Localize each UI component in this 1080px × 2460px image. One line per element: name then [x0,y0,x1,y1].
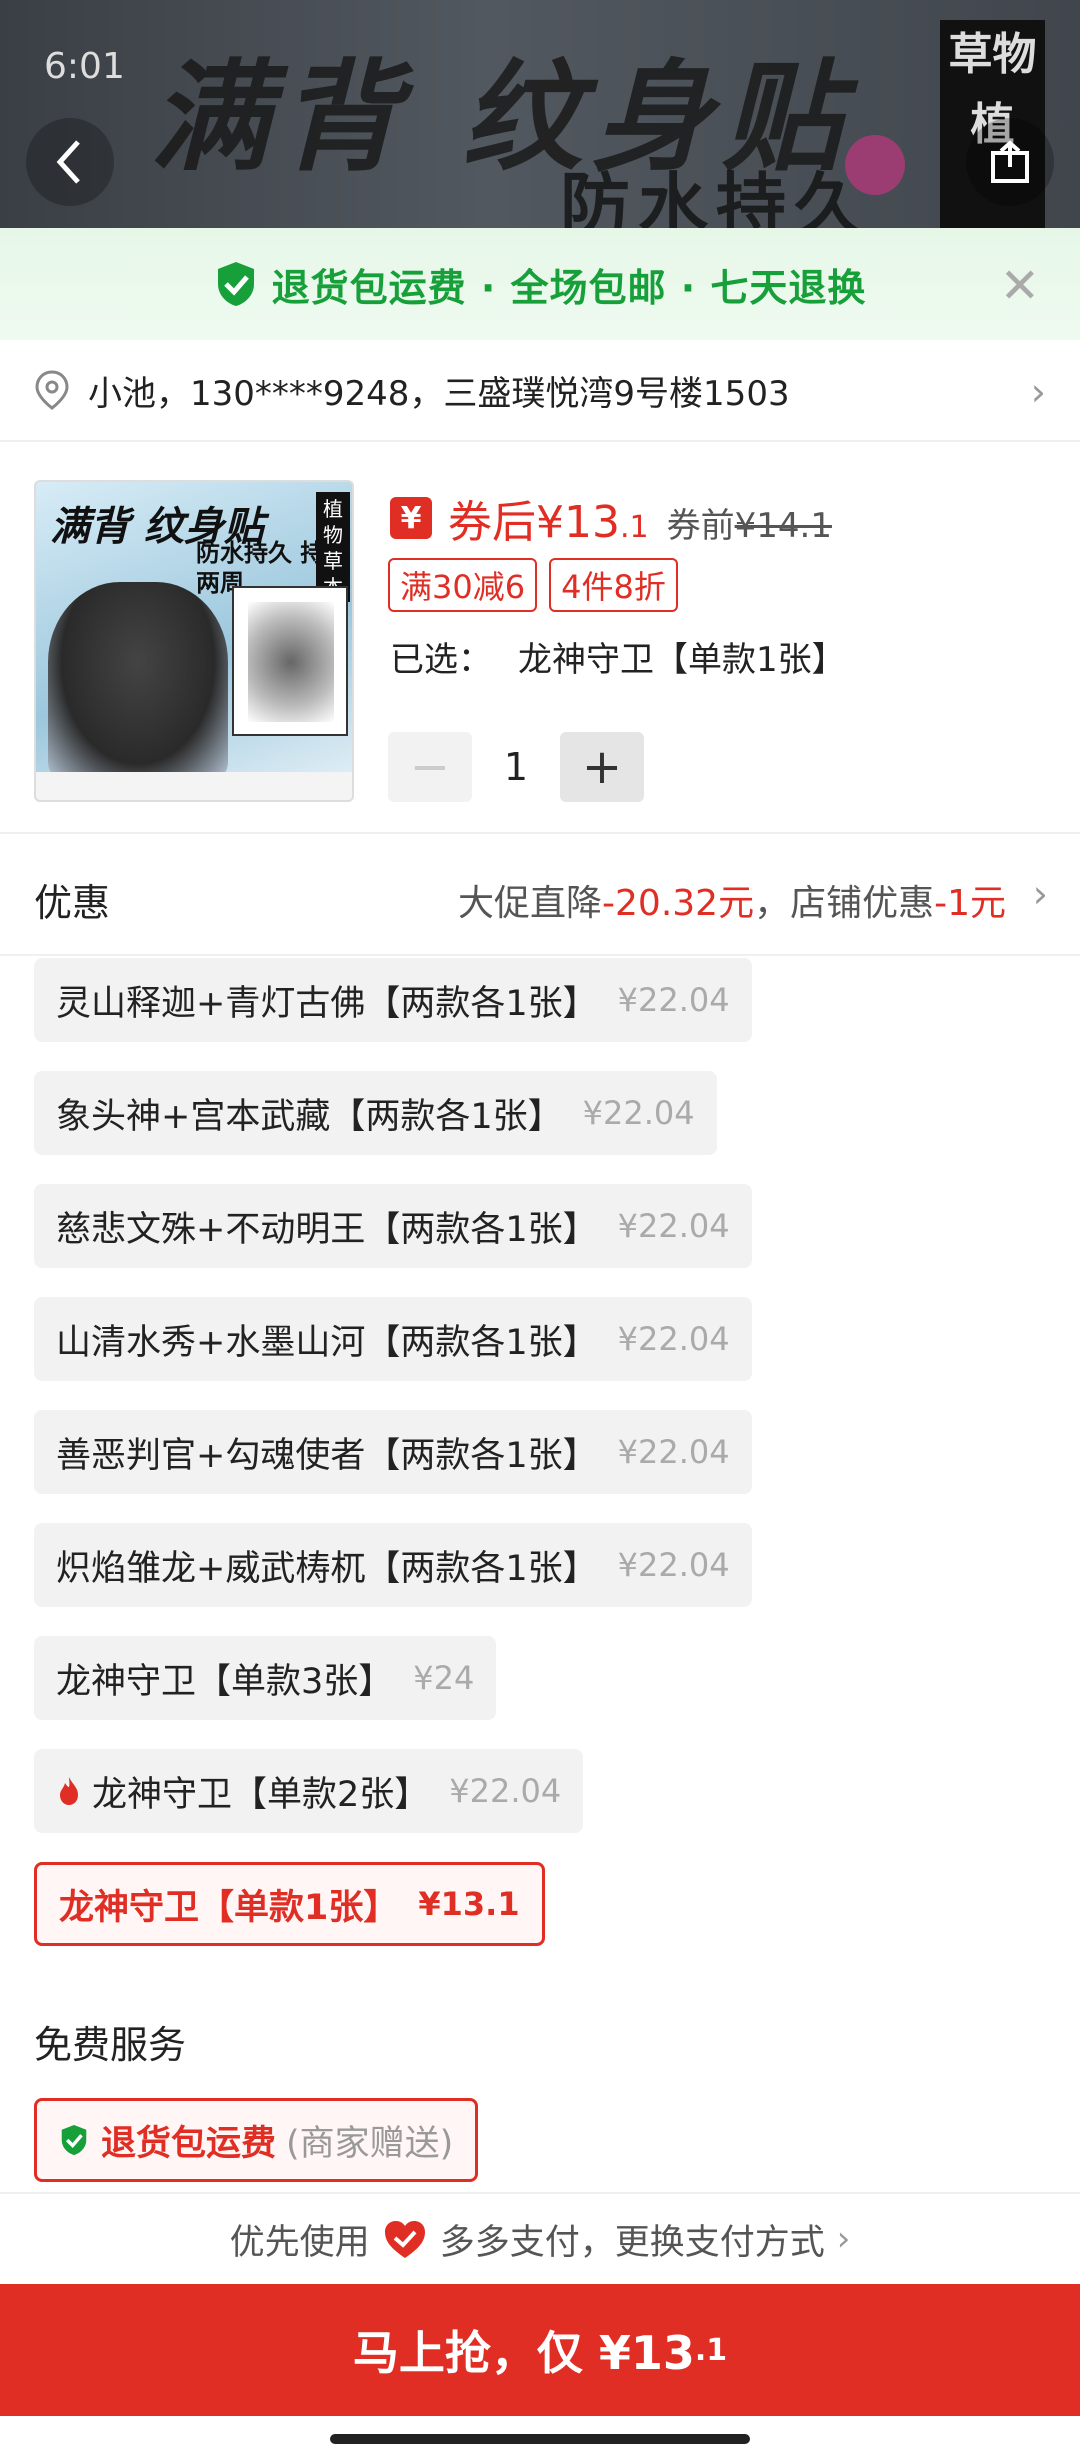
increase-button[interactable]: + [560,732,644,802]
promo-tags: 满30减6 4件8折 [388,558,678,612]
chevron-left-icon [56,140,80,184]
chevron-right-icon: › [836,2219,851,2259]
duoduo-pay-icon [384,2221,425,2258]
sku-option[interactable]: 善恶判官+勾魂使者【两款各1张】 ¥22.04 [34,1410,752,1494]
shield-check-icon [61,2125,87,2155]
share-button[interactable] [966,118,1054,206]
selected-variant: 已选： 龙神守卫【单款1张】 [390,640,846,680]
status-time: 6:01 [44,46,125,87]
address-row[interactable]: 小池，130****9248，三盛璞悦湾9号楼1503 › [0,340,1080,442]
shield-check-icon [217,262,254,306]
free-service-badge: 退货包运费 (商家赠送) [34,2098,479,2182]
decrease-button[interactable]: − [388,732,472,802]
sku-option[interactable]: 炽焰雏龙+威武梼杌【两款各1张】 ¥22.04 [34,1523,752,1607]
back-button[interactable] [26,118,114,206]
buy-now-button[interactable]: 马上抢，仅 ¥13.1 [0,2284,1080,2416]
share-icon [991,140,1029,183]
quantity-value[interactable]: 1 [472,745,560,789]
quantity-stepper: − 1 + [388,732,644,802]
avatar[interactable] [845,135,905,195]
tattoo-back-image [48,582,228,782]
sku-option[interactable]: 灵山释迦+青灯古佛【两款各1张】 ¥22.04 [34,958,752,1042]
guarantee-text: 退货包运费 · 全场包邮 · 七天退换 [271,265,867,310]
banner-subtitle: 防水持久 [560,165,872,228]
product-summary: 满背 纹身贴 防水持久 持久两周 植物草本 ¥ 券后¥13.1 券前¥14.1 … [0,442,1080,834]
sku-option[interactable]: 龙神守卫【单款3张】 ¥24 [34,1636,497,1720]
price-row: ¥ 券后¥13.1 券前¥14.1 [390,486,832,550]
promo-tag: 满30减6 [388,558,538,612]
coupon-icon: ¥ [390,497,432,539]
discount-row[interactable]: 优惠 大促直降-20.32元，店铺优惠-1元 › [0,834,1080,956]
sku-options: 灵山释迦+青灯古佛【两款各1张】 ¥22.04 象头神+宫本武藏【两款各1张】 ¥2… [34,958,1044,1975]
chevron-right-icon: › [1032,872,1048,916]
guarantee-bar: 退货包运费 · 全场包邮 · 七天退换 ✕ [0,228,1080,340]
location-pin-icon [35,370,69,410]
sku-option-selected[interactable]: 龙神守卫【单款1张】 ¥13.1 [34,1862,545,1946]
discount-label: 优惠 [34,881,111,925]
discount-detail: 大促直降-20.32元，店铺优惠-1元 [458,883,1006,924]
product-thumbnail[interactable]: 满背 纹身贴 防水持久 持久两周 植物草本 [34,480,354,802]
price-after-coupon: 券后¥13.1 [448,497,649,548]
sku-option-hot[interactable]: 龙神守卫【单款2张】 ¥22.04 [34,1749,584,1833]
address-text: 小池，130****9248，三盛璞悦湾9号楼1503 [88,373,790,414]
free-service-title: 免费服务 [34,2023,187,2067]
flame-icon [60,1777,78,1805]
promo-tag: 4件8折 [549,558,678,612]
chevron-right-icon: › [1030,370,1046,414]
sku-option[interactable]: 山清水秀+水墨山河【两款各1张】 ¥22.04 [34,1297,752,1381]
sku-option[interactable]: 慈悲文殊+不动明王【两款各1张】 ¥22.04 [34,1184,752,1268]
price-before-coupon: 券前¥14.1 [666,506,832,546]
product-image-banner: 满背 纹身贴 防水持久 草物植 [0,0,1080,228]
home-indicator[interactable] [330,2434,750,2444]
tattoo-sample-card [232,586,348,736]
close-icon[interactable]: ✕ [1000,258,1040,314]
sku-option[interactable]: 象头神+宫本武藏【两款各1张】 ¥22.04 [34,1071,717,1155]
payment-method-row[interactable]: 优先使用 多多支付，更换支付方式 › [0,2192,1080,2284]
